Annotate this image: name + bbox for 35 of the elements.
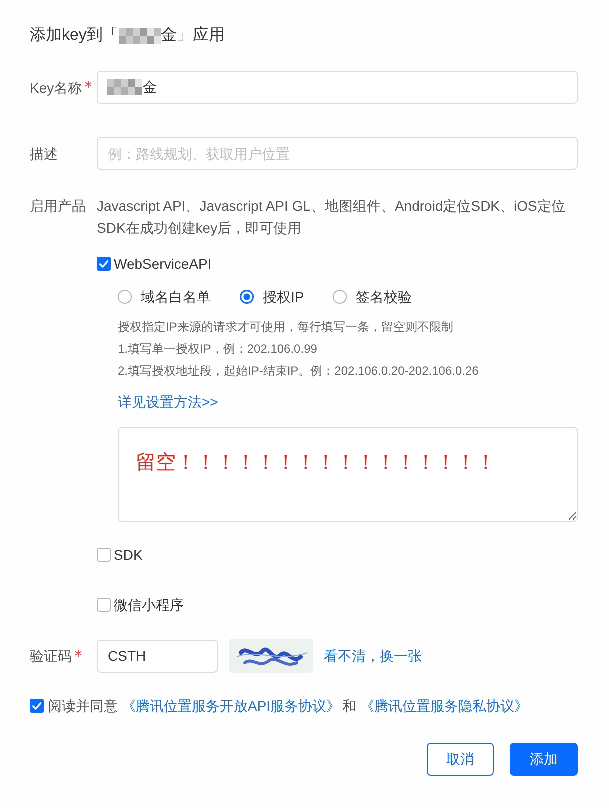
text-field[interactable]: 金: [97, 71, 578, 104]
product-note: Javascript API、Javascript API GL、地图组件、Android定位SDK、iOS定位SDK在成功创建key后，即可使用: [97, 197, 566, 238]
captcha-field[interactable]: CSTH: [97, 640, 218, 672]
checkbox[interactable]: [97, 257, 111, 271]
agreement-link[interactable]: 《腾讯位置服务隐私协议》: [360, 698, 529, 714]
field-label: Key名称: [30, 78, 82, 98]
field-label: 验证码: [30, 647, 72, 666]
add-button[interactable]: 添加: [510, 743, 578, 776]
setup-guide-link[interactable]: 详见设置方法>>: [118, 391, 218, 413]
ip-list-field[interactable]: 留空！！！！！！！！！！！！！！！！: [118, 427, 578, 522]
checkbox-label: WebServiceAPI: [114, 254, 212, 274]
radio-label: 授权IP: [263, 288, 304, 306]
radio-label: 签名校验: [356, 288, 412, 306]
radio-button[interactable]: [333, 290, 348, 304]
hint-text: 1.填写单一授权IP，例：202.106.0.99: [118, 341, 318, 358]
checkbox-label: 微信小程序: [114, 596, 184, 614]
radio-button[interactable]: [118, 290, 132, 304]
dialog-title: 金」应用: [160, 26, 225, 46]
field-label: 描述: [30, 144, 58, 164]
radio-label: 域名白名单: [141, 288, 211, 306]
text-field[interactable]: 例：路线规划、获取用户位置: [97, 137, 578, 170]
field-label: 启用产品: [30, 197, 86, 216]
checkbox[interactable]: [30, 699, 44, 713]
checkbox[interactable]: [97, 548, 111, 562]
refresh-captcha-link[interactable]: 看不清，换一张: [324, 646, 422, 666]
captcha-image[interactable]: [229, 639, 313, 673]
dialog-title: 添加key到「: [30, 26, 119, 46]
checkbox[interactable]: [97, 598, 111, 612]
agreement-link[interactable]: 《腾讯位置服务开放API服务协议》: [122, 698, 341, 714]
cancel-button[interactable]: 取消: [427, 743, 494, 776]
hint-text: 授权指定IP来源的请求才可使用，每行填写一条，留空则不限制: [118, 319, 454, 336]
checkbox-label: SDK: [114, 546, 143, 564]
agreement-text: 阅读并同意 《腾讯位置服务开放API服务协议》和 《腾讯位置服务隐私协议》: [48, 697, 530, 716]
radio-button[interactable]: [240, 290, 254, 304]
hint-text: 2.填写授权地址段，起始IP-结束IP。例：202.106.0.20-202.106.0.26: [118, 363, 480, 380]
